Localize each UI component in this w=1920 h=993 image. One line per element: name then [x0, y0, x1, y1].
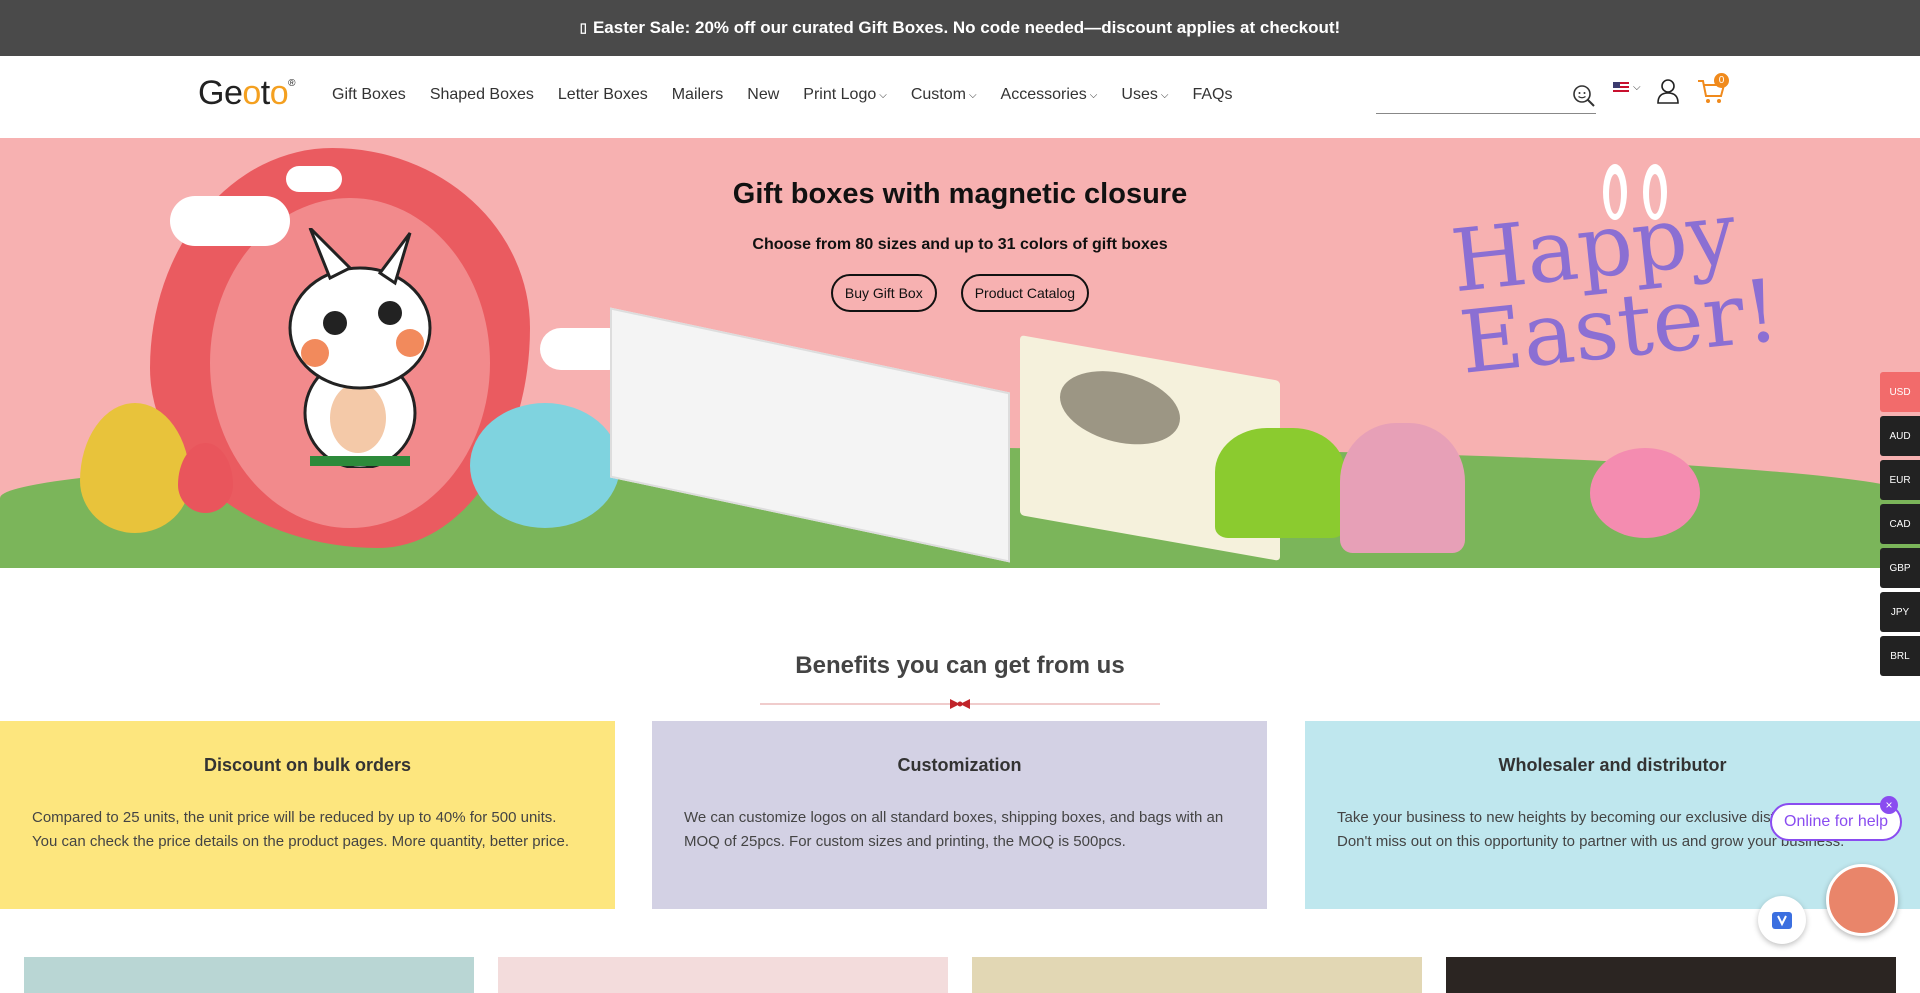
nav-custom[interactable]: Custom ⌵	[911, 86, 977, 104]
box-window	[1060, 362, 1180, 454]
nav-letter-boxes[interactable]: Letter Boxes	[558, 86, 648, 104]
nav-mailers[interactable]: Mailers	[672, 86, 724, 104]
product-thumbnail[interactable]	[498, 957, 948, 993]
hero-buttons: Buy Gift Box Product Catalog	[0, 274, 1920, 312]
nav-gift-boxes[interactable]: Gift Boxes	[332, 86, 406, 104]
currency-usd[interactable]: USD	[1880, 372, 1920, 412]
nav-shaped-boxes[interactable]: Shaped Boxes	[430, 86, 534, 104]
search-icon[interactable]	[1572, 84, 1596, 108]
nav-accessories[interactable]: Accessories ⌵	[1001, 86, 1098, 104]
gift-icon: ▯	[579, 20, 587, 35]
pink-bunny-box	[1340, 423, 1465, 553]
support-avatar[interactable]	[1826, 864, 1898, 936]
logo-text: Geoto	[198, 74, 289, 112]
currency-aud[interactable]: AUD	[1880, 416, 1920, 456]
site-header: Geoto® Gift Boxes Shaped Boxes Letter Bo…	[0, 56, 1920, 138]
currency-jpy[interactable]: JPY	[1880, 592, 1920, 632]
buy-gift-box-button[interactable]: Buy Gift Box	[830, 274, 937, 312]
region-selector[interactable]: ⌵	[1613, 82, 1641, 93]
chevron-down-icon: ⌵	[879, 89, 887, 101]
translate-icon[interactable]	[1758, 896, 1806, 944]
product-catalog-button[interactable]: Product Catalog	[960, 274, 1090, 312]
currency-gbp[interactable]: GBP	[1880, 548, 1920, 588]
benefit-card-title: Wholesaler and distributor	[1498, 755, 1727, 775]
translate-glyph	[1772, 912, 1792, 929]
product-thumbnail[interactable]	[1446, 957, 1896, 993]
benefit-card-text: Compared to 25 units, the unit price wil…	[32, 809, 569, 850]
benefit-card-bulk: Discount on bulk orders Compared to 25 u…	[0, 721, 615, 909]
search-box	[1376, 78, 1596, 114]
benefit-card-title: Customization	[897, 755, 1022, 775]
hero-subtitle: Choose from 80 sizes and up to 31 colors…	[752, 236, 1168, 253]
nav-new[interactable]: New	[747, 86, 779, 104]
chevron-down-icon: ⌵	[1089, 89, 1098, 101]
product-thumbnail[interactable]	[972, 957, 1422, 993]
main-nav: Gift Boxes Shaped Boxes Letter Boxes Mai…	[332, 86, 1256, 104]
benefits-title: Benefits you can get from us	[795, 652, 1125, 679]
benefit-card-text: We can customize logos on all standard b…	[684, 809, 1224, 850]
close-icon[interactable]: ×	[1880, 796, 1898, 814]
currency-switcher: USD AUD EUR CAD GBP JPY BRL	[1880, 372, 1920, 680]
nav-print-logo[interactable]: Print Logo ⌵	[803, 86, 887, 104]
nav-uses[interactable]: Uses ⌵	[1121, 86, 1168, 104]
announcement-text: Easter Sale: 20% off our curated Gift Bo…	[592, 18, 1341, 37]
benefit-cards: Discount on bulk orders Compared to 25 u…	[0, 721, 1920, 909]
chevron-down-icon: ⌵	[1160, 89, 1169, 101]
hero-title: Gift boxes with magnetic closure	[732, 178, 1188, 210]
announcement-bar: ▯ Easter Sale: 20% off our curated Gift …	[0, 0, 1920, 56]
product-thumbnail[interactable]	[24, 957, 474, 993]
benefit-card-title: Discount on bulk orders	[203, 755, 412, 775]
user-icon[interactable]	[1656, 78, 1680, 104]
us-flag-icon	[1613, 82, 1629, 93]
cart-count-badge: 0	[1714, 73, 1729, 88]
search-input[interactable]	[1376, 78, 1566, 112]
chevron-down-icon: ⌵	[968, 89, 977, 101]
nav-faqs[interactable]: FAQs	[1192, 86, 1232, 104]
chevron-down-icon: ⌵	[1633, 82, 1641, 93]
hero-banner: Happy Easter! Gift boxes with magnetic c…	[0, 138, 1920, 568]
green-bunny-box	[1215, 428, 1345, 538]
ribbon-divider	[760, 699, 1160, 709]
registered-mark: ®	[288, 78, 296, 89]
flower-decoration	[1590, 448, 1700, 538]
currency-cad[interactable]: CAD	[1880, 504, 1920, 544]
bunny-illustration	[288, 228, 432, 468]
site-logo[interactable]: Geoto®	[198, 74, 296, 113]
benefit-card-customization: Customization We can customize logos on …	[652, 721, 1267, 909]
currency-eur[interactable]: EUR	[1880, 460, 1920, 500]
round-tin-box	[470, 403, 620, 528]
